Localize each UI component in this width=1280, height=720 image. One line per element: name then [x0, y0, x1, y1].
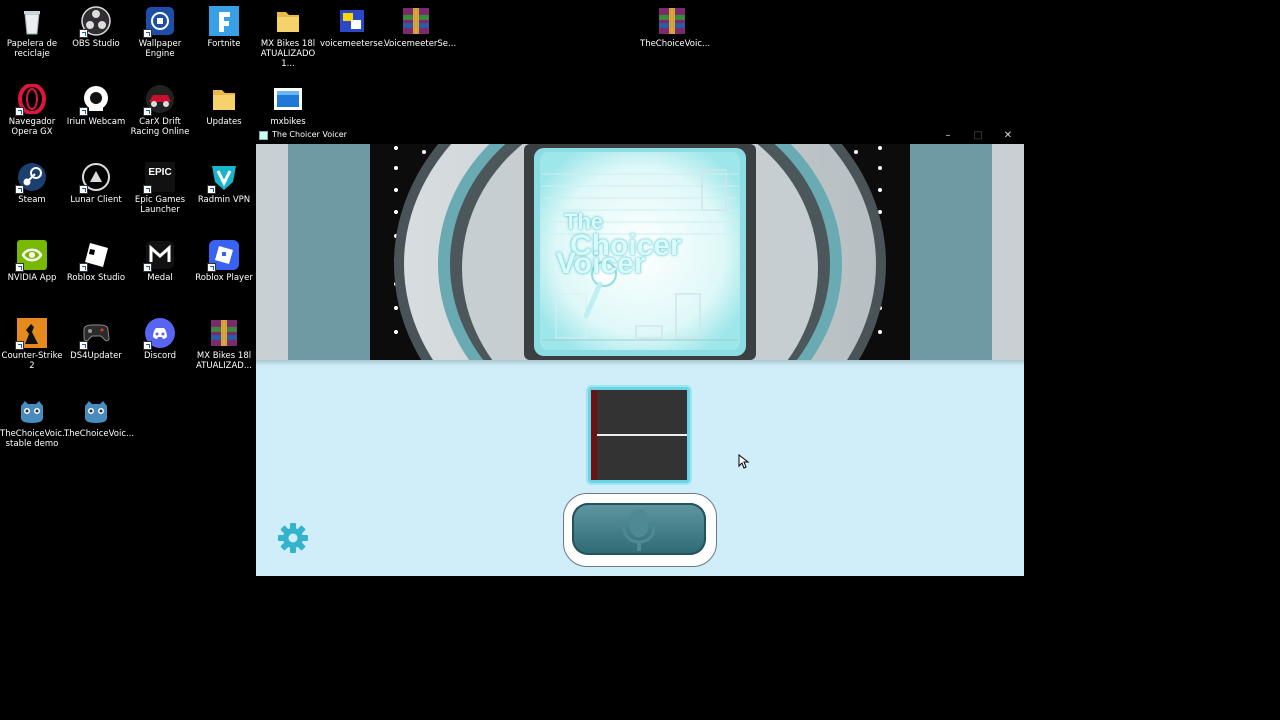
- desktop-icon-recycle-bin[interactable]: Papelera de reciclaje: [0, 2, 64, 59]
- counter-strike-icon: [15, 318, 47, 350]
- maximize-button[interactable]: □: [963, 127, 993, 144]
- radmin-vpn-icon: [207, 162, 239, 194]
- epic-games-icon: EPIC: [143, 162, 175, 194]
- recycle-bin-icon: [17, 6, 47, 36]
- game-logo: The Choicer Voicer: [556, 209, 682, 280]
- opera-gx-icon: [15, 83, 47, 116]
- desktop-icon-epic-games[interactable]: EPIC Epic Games Launcher: [128, 158, 192, 215]
- record-mic-button[interactable]: [563, 493, 717, 567]
- discord-icon: [143, 318, 175, 350]
- roblox-studio-icon: [79, 240, 111, 272]
- desktop-icon-wallpaper-engine[interactable]: Wallpaper Engine: [128, 2, 192, 59]
- roblox-player-icon: [207, 240, 239, 272]
- desktop-icon-fortnite[interactable]: Fortnite: [192, 2, 256, 49]
- mxbikes-icon: [273, 84, 303, 114]
- nvidia-icon: [15, 240, 47, 272]
- microphone-icon: [622, 509, 656, 551]
- wallpaper-engine-icon: [143, 6, 175, 38]
- winrar-icon: [657, 6, 687, 36]
- window-title: The Choicer Voicer: [272, 130, 347, 139]
- gear-icon[interactable]: [276, 648, 310, 682]
- mouse-cursor: [738, 454, 750, 469]
- desktop-icon-iriun-webcam[interactable]: Iriun Webcam: [64, 80, 128, 127]
- desktop-icon-ds4updater[interactable]: DS4Updater: [64, 314, 128, 361]
- desktop-icon-voicemeeter-archive[interactable]: VoicemeeterSe...: [384, 2, 456, 49]
- folder-icon: [273, 6, 303, 36]
- desktop-icon-choice-voicer[interactable]: TheChoiceVoic...: [64, 392, 134, 439]
- desktop-icon-radmin-vpn[interactable]: Radmin VPN: [192, 158, 256, 205]
- desktop-icon-nvidia-app[interactable]: NVIDIA App: [0, 236, 64, 283]
- desktop-icon-mxbikes[interactable]: mxbikes: [256, 80, 320, 127]
- window-titlebar[interactable]: The Choicer Voicer – □ ✕: [256, 127, 1024, 144]
- medal-icon: [143, 240, 175, 272]
- desktop-icon-counter-strike-2[interactable]: Counter-Strike 2: [0, 314, 64, 371]
- steam-icon: [15, 162, 47, 194]
- desktop-icon-lunar-client[interactable]: Lunar Client: [64, 158, 128, 205]
- audio-waveform-display: [586, 385, 692, 485]
- desktop-icon-voicemeeter-setup[interactable]: voicemeeterse...: [320, 2, 391, 49]
- settings-gear-icon[interactable]: [276, 521, 310, 555]
- fortnite-icon: [209, 6, 239, 36]
- desktop-icon-updates-folder[interactable]: Updates: [192, 80, 256, 127]
- desktop-icon-choice-voicer-stable-demo[interactable]: TheChoiceVoic... stable demo: [0, 392, 70, 449]
- lunar-client-icon: [79, 162, 111, 194]
- obs-icon: [79, 6, 111, 38]
- desktop-icon-carx-drift[interactable]: CarX Drift Racing Online: [128, 80, 192, 137]
- control-panel: [256, 360, 1024, 576]
- minimize-button[interactable]: –: [933, 127, 963, 144]
- gamepad-icon: [79, 318, 111, 350]
- carx-icon: [143, 84, 175, 116]
- desktop-icon-choice-voicer-archive[interactable]: TheChoiceVoic...: [640, 2, 710, 49]
- iriun-webcam-icon: [79, 84, 111, 116]
- stage-scene: The Choicer Voicer: [256, 144, 1024, 360]
- desktop-icon-mx-bikes-archive[interactable]: MX Bikes 18l ATUALIZAD...: [192, 314, 256, 371]
- winrar-icon: [209, 318, 239, 348]
- desktop-icon-discord[interactable]: Discord: [128, 314, 192, 361]
- desktop-icon-obs-studio[interactable]: OBS Studio: [64, 2, 128, 49]
- winrar-icon: [401, 6, 431, 36]
- desktop-icon-mx-bikes-folder[interactable]: MX Bikes 18l ATUALIZADO 1...: [256, 2, 320, 69]
- godot-icon: [81, 396, 111, 426]
- waveform-line: [597, 434, 687, 436]
- close-button[interactable]: ✕: [993, 127, 1023, 144]
- voicemeeter-icon: [337, 6, 367, 36]
- desktop-icon-opera-gx[interactable]: Navegador Opera GX: [0, 80, 64, 137]
- desktop-icon-roblox-player[interactable]: Roblox Player: [192, 236, 256, 283]
- desktop-icon-medal[interactable]: Medal: [128, 236, 192, 283]
- folder-icon: [209, 84, 239, 114]
- app-window: The Choicer Voicer – □ ✕ The Choicer Voi…: [256, 127, 1024, 576]
- app-icon: [259, 131, 268, 140]
- godot-icon: [17, 396, 47, 426]
- desktop-icon-steam[interactable]: Steam: [0, 158, 64, 205]
- desktop-icon-roblox-studio[interactable]: Roblox Studio: [64, 236, 128, 283]
